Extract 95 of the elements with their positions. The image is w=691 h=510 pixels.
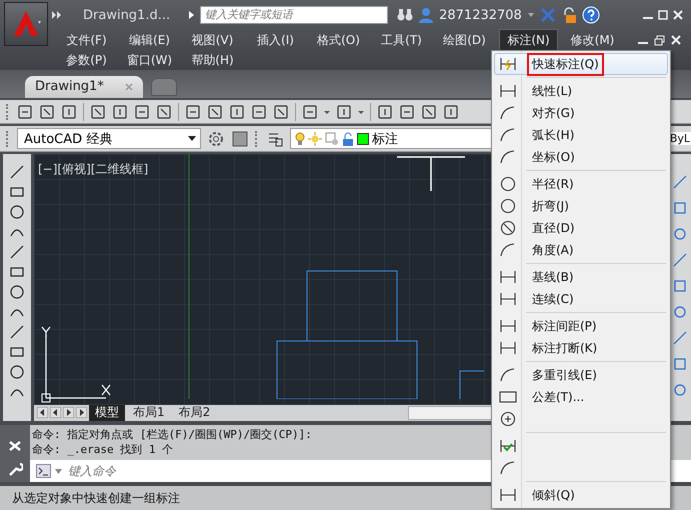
wrench-icon[interactable] [7, 461, 23, 478]
menu-item[interactable]: 倾斜(Q) [494, 484, 668, 506]
center-mark-icon [499, 411, 517, 427]
frame-icon[interactable] [231, 130, 249, 148]
oblique-icon [499, 487, 517, 503]
binoculars-icon[interactable] [397, 8, 414, 22]
line-icon[interactable] [9, 164, 25, 180]
tab-label: Drawing1* [35, 79, 104, 94]
maximize-icon[interactable] [658, 10, 668, 20]
menu-item-label: 标注打断(K) [531, 340, 598, 356]
continue-icon [499, 291, 517, 307]
file-tab[interactable]: Drawing1* [25, 76, 143, 98]
menu-item-label: 折弯(J) [531, 198, 570, 214]
pencil-icon[interactable] [672, 174, 688, 190]
light-bulb-icon[interactable] [295, 132, 305, 146]
menu-item[interactable]: 快速标注(Q) [494, 53, 668, 75]
navigation-arrow-icon[interactable] [76, 407, 87, 418]
triangle-logo-icon [11, 9, 41, 39]
menu-item[interactable]: 参数(P) [58, 50, 115, 70]
menu-item-label: 对齐(G) [531, 104, 576, 122]
menu-item[interactable]: 公差(T)... [494, 386, 668, 408]
radius-icon [499, 176, 517, 192]
menu-item-label: 弧长(H) [531, 126, 576, 144]
sun-icon[interactable] [308, 132, 322, 146]
menu-item[interactable]: 标注打断(K) [494, 337, 668, 359]
menu-item[interactable]: 插入(I) [247, 30, 304, 50]
navigation-arrow-icon[interactable] [50, 407, 61, 418]
double-chevron-icon[interactable] [52, 11, 62, 19]
restore-icon[interactable] [654, 34, 665, 46]
menu-item[interactable]: 多重引线(E) [494, 364, 668, 386]
tolerance-icon [499, 389, 517, 405]
menu-item[interactable]: 工具(T) [373, 30, 430, 50]
menu-item[interactable]: 标注间距(P) [494, 315, 668, 337]
aligned-dim-icon [499, 105, 517, 121]
command-history-line: 命令: 指定对角点或 [栏选(F)/圈围(WP)/圈交(CP)]: [32, 426, 312, 442]
menu-item[interactable]: 修改(M) [564, 30, 621, 50]
menu-item[interactable]: 半径(R) [494, 173, 668, 195]
angle-icon [499, 242, 517, 258]
menu-item[interactable]: 绘图(D) [436, 30, 493, 50]
menu-item[interactable]: 帮助(H) [184, 50, 241, 70]
layer-name: 标注 [372, 130, 398, 148]
menu-item[interactable]: 文件(F) [58, 30, 115, 50]
menu-item-label: 连续(C) [531, 290, 575, 308]
menu-item-label: 倾斜(Q) [531, 486, 576, 504]
help-icon[interactable] [582, 6, 600, 24]
lock-icon[interactable] [342, 132, 354, 146]
square-icon[interactable] [672, 278, 688, 294]
arc-dim-icon [499, 127, 517, 143]
check-icon [499, 438, 517, 454]
quick-dim-icon [499, 56, 517, 72]
application-menu-button[interactable] [4, 2, 48, 46]
menu-item[interactable]: 折弯(J) [494, 195, 668, 217]
gear-icon[interactable] [207, 130, 225, 148]
layout-tab[interactable]: 模型 [89, 404, 125, 422]
menu-item[interactable]: 直径(D) [494, 217, 668, 239]
frame-icon[interactable] [325, 132, 339, 146]
layout-tab[interactable]: 布局2 [172, 404, 216, 422]
menu-item-label: 多重引线(E) [531, 366, 598, 384]
menu-item-label: 半径(R) [531, 176, 575, 192]
menu-item-label: 线性(L) [531, 82, 574, 100]
chevron-icon[interactable] [189, 11, 196, 19]
search-field[interactable]: 键入关键字或短语 [200, 6, 388, 24]
status-text: 从选定对象中快速创建一组标注 [12, 490, 180, 507]
menu-item-label: 公差(T)... [531, 388, 586, 406]
menu-item[interactable]: 连续(C) [494, 288, 668, 310]
menu-item[interactable]: 角度(A) [494, 239, 668, 261]
workspace-dropdown[interactable]: AutoCAD 经典 [17, 128, 201, 150]
navigation-arrow-icon[interactable] [63, 407, 74, 418]
menu-item[interactable]: 线性(L) [494, 80, 668, 102]
linear-dim-icon [499, 83, 517, 99]
menu-item-label: 直径(D) [531, 220, 576, 236]
diameter-icon [499, 220, 517, 236]
command-prompt-icon[interactable] [36, 464, 51, 478]
window-title: Drawing1.d... [83, 8, 170, 22]
baseline-icon [499, 269, 517, 285]
menu-item[interactable]: 窗口(W) [121, 50, 178, 70]
command-history-line: 命令: _.erase 找到 1 个 [32, 442, 174, 457]
menu-item[interactable]: 格式(O) [310, 30, 367, 50]
navigation-arrow-icon[interactable] [37, 407, 48, 418]
menu-item[interactable]: 视图(V) [184, 30, 241, 50]
menu-item[interactable]: 编辑(E) [121, 30, 178, 50]
menu-item-label: 基线(B) [531, 268, 575, 286]
caret-icon[interactable] [188, 136, 196, 142]
viewport-label[interactable]: [−][俯视][二维线框] [38, 161, 148, 178]
menu-item-label: 角度(A) [531, 242, 575, 258]
layout-tab[interactable]: 布局1 [127, 404, 171, 422]
menu-item-label: 坐标(O) [531, 148, 576, 166]
menu-item[interactable]: 标注(N) [499, 28, 558, 52]
menu-item-label: 快速标注(Q) [527, 52, 604, 76]
menu-item[interactable]: 基线(B) [494, 266, 668, 288]
spacing-icon [499, 318, 517, 334]
leader-icon [499, 367, 517, 383]
user-name[interactable]: 2871232708 [439, 8, 522, 22]
break-icon [499, 340, 517, 356]
menu-item-label: 标注间距(P) [531, 318, 598, 334]
